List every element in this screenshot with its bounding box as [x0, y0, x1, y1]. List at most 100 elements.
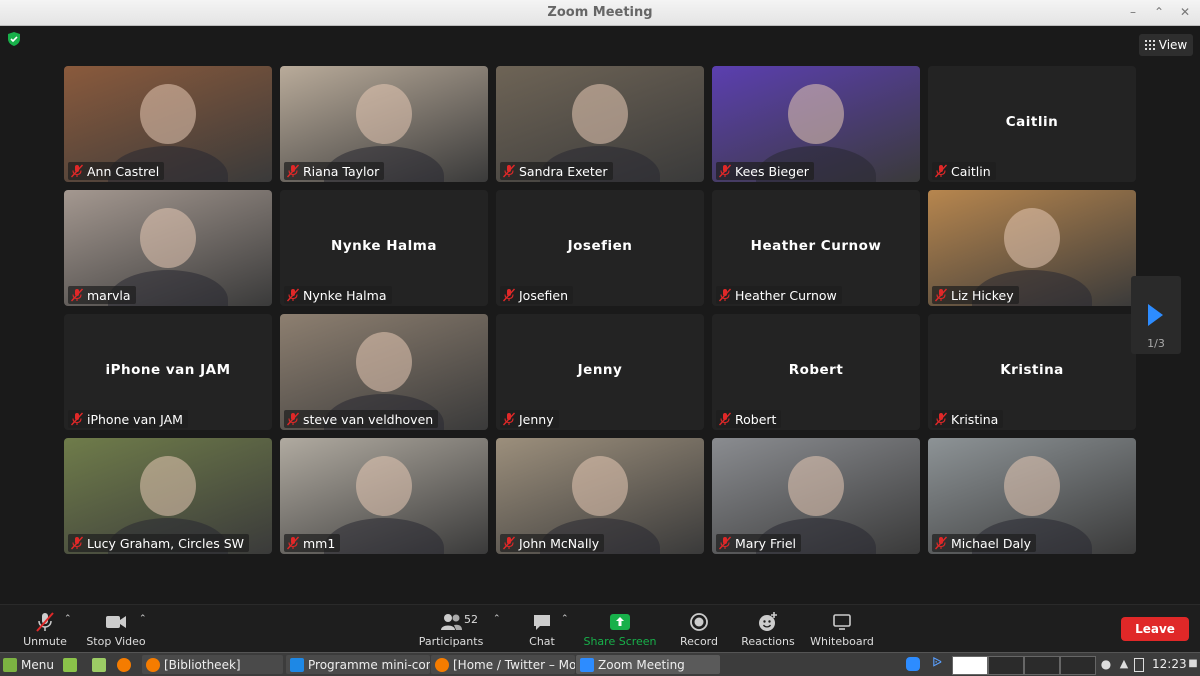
participant-name: Robert: [735, 411, 777, 427]
participant-name-label: Caitlin: [932, 162, 996, 180]
workspace-4[interactable]: [1060, 656, 1096, 675]
show-desktop-button[interactable]: [63, 655, 77, 674]
taskbar-app-bibliotheek[interactable]: [Bibliotheek]: [142, 655, 283, 674]
participant-name: iPhone van JAM: [87, 411, 183, 427]
participant-name-label: Lucy Graham, Circles SW: [68, 534, 249, 552]
microphone-muted-icon: [286, 412, 300, 426]
participant-tile[interactable]: Robert Robert: [712, 314, 920, 430]
participant-center-name: Kristina: [1000, 362, 1064, 378]
share-screen-button[interactable]: Share Screen: [582, 605, 658, 653]
battery-icon[interactable]: [1134, 658, 1144, 672]
participant-name: Riana Taylor: [303, 163, 380, 179]
workspace-2[interactable]: [988, 656, 1024, 675]
participant-tile[interactable]: iPhone van JAM iPhone van JAM: [64, 314, 272, 430]
microphone-muted-icon: [286, 164, 300, 178]
participant-silhouette: [140, 208, 196, 268]
taskbar-app-twitter[interactable]: [Home / Twitter – Mo...: [431, 655, 575, 674]
participant-tile[interactable]: Caitlin Caitlin: [928, 66, 1136, 182]
minimize-icon[interactable]: –: [1124, 3, 1142, 21]
next-page-button[interactable]: 1/3: [1131, 276, 1181, 354]
participant-tile[interactable]: mm1: [280, 438, 488, 554]
participant-name-label: Sandra Exeter: [500, 162, 613, 180]
leave-button[interactable]: Leave: [1121, 617, 1189, 641]
maximize-icon[interactable]: ⌃: [1150, 3, 1168, 21]
participant-name-label: John McNally: [500, 534, 605, 552]
close-icon[interactable]: ✕: [1176, 3, 1194, 21]
participant-silhouette: [140, 456, 196, 516]
participant-center-name: Nynke Halma: [331, 238, 437, 254]
network-wifi-icon[interactable]: ▲: [1117, 657, 1131, 671]
microphone-muted-icon: [934, 288, 948, 302]
workspace-3[interactable]: [1024, 656, 1060, 675]
notifications-icon[interactable]: ■: [1186, 657, 1200, 671]
participant-name: Kristina: [951, 411, 999, 427]
participant-tile[interactable]: Michael Daly: [928, 438, 1136, 554]
workspace-1[interactable]: [952, 656, 988, 675]
participant-tile[interactable]: Nynke Halma Nynke Halma: [280, 190, 488, 306]
user-icon[interactable]: ●: [1099, 657, 1113, 671]
clock[interactable]: 12:23: [1152, 657, 1187, 671]
folder-icon: [92, 657, 106, 672]
participant-tile[interactable]: Kees Bieger: [712, 66, 920, 182]
files-launcher[interactable]: [92, 655, 106, 674]
microphone-muted-icon: [502, 164, 516, 178]
participants-button[interactable]: 52 Participants: [417, 605, 485, 653]
participant-silhouette: [788, 456, 844, 516]
reactions-label: Reactions: [741, 635, 795, 648]
share-screen-label: Share Screen: [583, 635, 657, 648]
view-button[interactable]: View: [1139, 34, 1193, 56]
window-title: Zoom Meeting: [547, 5, 653, 20]
video-camera-icon: [106, 616, 126, 628]
microphone-muted-icon: [36, 612, 54, 632]
taskbar-app-programme[interactable]: Programme mini-con...: [286, 655, 430, 674]
participant-name-label: Jenny: [500, 410, 559, 428]
bluetooth-icon[interactable]: ᐉ: [930, 657, 944, 671]
microphone-muted-icon: [718, 536, 732, 550]
participant-tile[interactable]: marvla: [64, 190, 272, 306]
participant-silhouette: [572, 84, 628, 144]
participants-icon: [441, 614, 462, 630]
audio-options-caret-icon[interactable]: ⌃: [64, 614, 72, 624]
microphone-muted-icon: [286, 536, 300, 550]
microphone-muted-icon: [718, 164, 732, 178]
participant-name-label: Heather Curnow: [716, 286, 842, 304]
participant-name: Ann Castrel: [87, 163, 160, 179]
chat-caret-icon[interactable]: ⌃: [561, 614, 569, 624]
reactions-button[interactable]: Reactions: [738, 605, 798, 653]
participant-tile[interactable]: Riana Taylor: [280, 66, 488, 182]
start-menu-button[interactable]: Menu: [3, 655, 54, 674]
zoom-tray-icon[interactable]: [906, 657, 920, 671]
video-options-caret-icon[interactable]: ⌃: [139, 614, 147, 624]
unmute-button[interactable]: Unmute: [20, 605, 70, 653]
participant-tile[interactable]: Jenny Jenny: [496, 314, 704, 430]
participant-center-name: Heather Curnow: [750, 238, 882, 254]
participants-caret-icon[interactable]: ⌃: [493, 614, 501, 624]
participant-tile[interactable]: Josefien Josefien: [496, 190, 704, 306]
participant-name: marvla: [87, 287, 131, 303]
participant-tile[interactable]: Lucy Graham, Circles SW: [64, 438, 272, 554]
participant-tile[interactable]: Sandra Exeter: [496, 66, 704, 182]
stop-video-button[interactable]: Stop Video: [84, 605, 148, 653]
microphone-muted-icon: [934, 164, 948, 178]
participant-name: Sandra Exeter: [519, 163, 608, 179]
participant-name: Kees Bieger: [735, 163, 809, 179]
participant-tile[interactable]: steve van veldhoven: [280, 314, 488, 430]
chat-button[interactable]: Chat: [520, 605, 564, 653]
participant-tile[interactable]: Ann Castrel: [64, 66, 272, 182]
participant-name: Caitlin: [951, 163, 991, 179]
whiteboard-button[interactable]: Whiteboard: [808, 605, 876, 653]
microphone-muted-icon: [718, 412, 732, 426]
participant-tile[interactable]: Mary Friel: [712, 438, 920, 554]
participant-name-label: steve van veldhoven: [284, 410, 439, 428]
participant-tile[interactable]: John McNally: [496, 438, 704, 554]
taskbar-app-zoom[interactable]: Zoom Meeting: [576, 655, 720, 674]
participant-tile[interactable]: Liz Hickey: [928, 190, 1136, 306]
participant-tile[interactable]: Heather Curnow Heather Curnow: [712, 190, 920, 306]
page-count: 1/3: [1147, 337, 1165, 350]
microphone-muted-icon: [934, 412, 948, 426]
firefox-launcher[interactable]: [117, 655, 131, 674]
participant-tile[interactable]: Kristina Kristina: [928, 314, 1136, 430]
security-shield-icon[interactable]: [6, 31, 22, 47]
record-button[interactable]: Record: [676, 605, 722, 653]
document-icon: [290, 657, 304, 672]
